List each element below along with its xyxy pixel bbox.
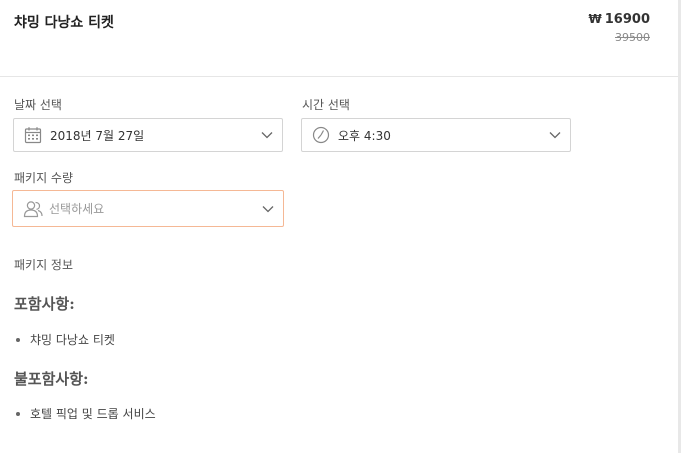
bullet-dot bbox=[16, 411, 20, 416]
time-select-value: 오후 4:30 bbox=[338, 128, 391, 143]
product-title: 챠밍 다낭쇼 티켓 bbox=[14, 15, 114, 31]
bullet-dot bbox=[16, 337, 20, 342]
current-price: ₩16900 bbox=[589, 12, 650, 27]
package-info-label: 패키지 정보 bbox=[14, 258, 74, 272]
clock-icon bbox=[312, 126, 330, 144]
calendar-icon bbox=[24, 127, 42, 144]
package-qty-select[interactable]: 선택하세요 bbox=[12, 190, 284, 227]
chevron-down-icon bbox=[549, 132, 561, 139]
package-qty-label: 패키지 수량 bbox=[14, 171, 74, 185]
excluded-item-text: 호텔 픽업 및 드롭 서비스 bbox=[30, 407, 156, 421]
date-select[interactable]: 2018년 7월 27일 bbox=[13, 118, 283, 152]
list-item: 호텔 픽업 및 드롭 서비스 bbox=[16, 405, 156, 422]
chevron-down-icon bbox=[262, 206, 274, 213]
time-select[interactable]: 오후 4:30 bbox=[301, 118, 571, 152]
date-select-value: 2018년 7월 27일 bbox=[50, 128, 145, 143]
included-item-text: 챠밍 다낭쇼 티켓 bbox=[30, 333, 115, 347]
booking-panel: 챠밍 다낭쇼 티켓 ₩16900 39500 날짜 선택 2018년 7월 27… bbox=[0, 0, 681, 453]
package-qty-placeholder: 선택하세요 bbox=[49, 202, 105, 216]
included-heading: 포함사항: bbox=[14, 295, 75, 313]
excluded-heading: 불포함사항: bbox=[14, 370, 89, 388]
price-value: 16900 bbox=[604, 12, 650, 27]
product-header: 챠밍 다낭쇼 티켓 ₩16900 39500 bbox=[0, 0, 678, 77]
currency-symbol: ₩ bbox=[588, 12, 602, 26]
people-icon bbox=[23, 200, 43, 217]
chevron-down-icon bbox=[261, 132, 273, 139]
original-price: 39500 bbox=[615, 31, 650, 44]
time-select-label: 시간 선택 bbox=[302, 98, 350, 112]
date-select-label: 날짜 선택 bbox=[14, 98, 62, 112]
list-item: 챠밍 다낭쇼 티켓 bbox=[16, 331, 115, 348]
